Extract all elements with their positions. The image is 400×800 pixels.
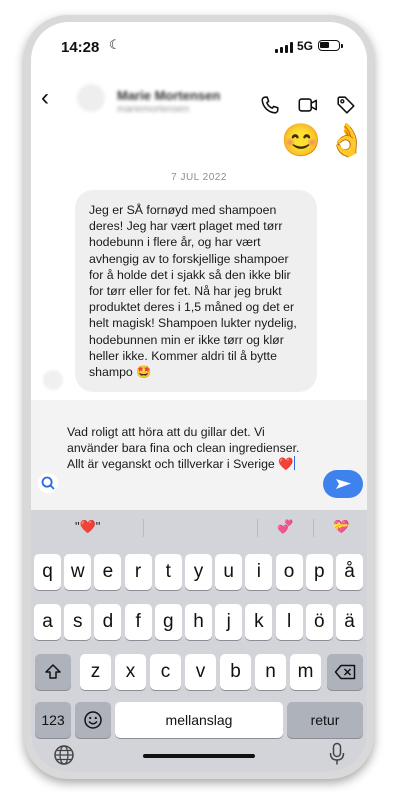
key-d[interactable]: d bbox=[94, 604, 122, 640]
key-k[interactable]: k bbox=[245, 604, 273, 640]
sent-emoji-1: 😊 bbox=[281, 122, 321, 158]
key-i[interactable]: i bbox=[245, 554, 273, 590]
screen: 14:28 ☾ 5G ‹ Marie Mortensen mariemorten… bbox=[31, 22, 367, 772]
moon-icon: ☾ bbox=[109, 37, 121, 52]
phone-frame: 14:28 ☾ 5G ‹ Marie Mortensen mariemorten… bbox=[24, 15, 374, 779]
suggestion-bar: "❤️" 💞 💝 bbox=[31, 510, 367, 544]
key-ä[interactable]: ä bbox=[336, 604, 363, 640]
numbers-key[interactable]: 123 bbox=[35, 702, 71, 738]
suggestion-2[interactable]: 💞 bbox=[277, 519, 293, 535]
text-caret bbox=[293, 456, 295, 470]
key-u[interactable]: u bbox=[215, 554, 243, 590]
key-ö[interactable]: ö bbox=[305, 604, 333, 640]
suggestion-1[interactable]: "❤️" bbox=[75, 519, 100, 535]
key-l[interactable]: l bbox=[275, 604, 303, 640]
message-input[interactable]: Vad roligt att höra att du gillar det. V… bbox=[67, 424, 317, 472]
key-a[interactable]: a bbox=[34, 604, 61, 640]
key-b[interactable]: b bbox=[220, 654, 251, 690]
key-r[interactable]: r bbox=[124, 554, 152, 590]
key-h[interactable]: h bbox=[185, 604, 212, 640]
received-message-bubble[interactable]: Jeg er SÅ fornøyd med shampoen deres! Je… bbox=[75, 190, 317, 393]
key-p[interactable]: p bbox=[305, 554, 333, 590]
key-m[interactable]: m bbox=[290, 654, 321, 690]
key-å[interactable]: å bbox=[336, 554, 363, 590]
send-icon bbox=[336, 479, 351, 489]
status-time: 14:28 bbox=[61, 39, 100, 56]
search-icon[interactable] bbox=[37, 472, 59, 494]
emoji-key[interactable] bbox=[75, 702, 111, 738]
space-key[interactable]: mellanslag bbox=[115, 702, 283, 738]
key-q[interactable]: q bbox=[34, 554, 61, 590]
key-n[interactable]: n bbox=[255, 654, 286, 690]
signal-icon bbox=[275, 42, 293, 53]
key-x[interactable]: x bbox=[115, 654, 146, 690]
sender-avatar bbox=[43, 370, 63, 390]
shift-key[interactable] bbox=[35, 654, 71, 690]
battery-icon bbox=[318, 40, 343, 51]
key-j[interactable]: j bbox=[215, 604, 243, 640]
phone-icon[interactable] bbox=[259, 94, 281, 116]
globe-icon[interactable] bbox=[53, 744, 75, 766]
backspace-key[interactable] bbox=[327, 654, 363, 690]
divider bbox=[257, 519, 258, 537]
key-c[interactable]: c bbox=[150, 654, 181, 690]
key-w[interactable]: w bbox=[64, 554, 92, 590]
key-f[interactable]: f bbox=[124, 604, 152, 640]
home-indicator bbox=[143, 754, 255, 758]
send-button[interactable] bbox=[323, 470, 363, 498]
key-y[interactable]: y bbox=[185, 554, 212, 590]
video-icon[interactable] bbox=[297, 94, 319, 116]
key-v[interactable]: v bbox=[185, 654, 216, 690]
key-t[interactable]: t bbox=[154, 554, 182, 590]
conversation-header: ‹ Marie Mortensen mariemortensen bbox=[31, 70, 367, 126]
message-composer[interactable]: Vad roligt att höra att du gillar det. V… bbox=[31, 400, 367, 510]
tag-icon[interactable] bbox=[335, 94, 357, 116]
microphone-icon[interactable] bbox=[329, 742, 345, 766]
emoji-icon bbox=[84, 711, 102, 729]
sent-emoji-2: 👌 bbox=[327, 122, 367, 158]
contact-avatar[interactable] bbox=[77, 84, 105, 112]
key-z[interactable]: z bbox=[80, 654, 111, 690]
key-e[interactable]: e bbox=[94, 554, 122, 590]
contact-username: mariemortensen bbox=[117, 104, 190, 115]
return-key[interactable]: retur bbox=[287, 702, 363, 738]
network-label: 5G bbox=[297, 39, 314, 53]
message-draft: Vad roligt att höra att du gillar det. V… bbox=[67, 425, 300, 471]
backspace-icon bbox=[334, 664, 356, 680]
status-bar: 14:28 ☾ 5G bbox=[31, 22, 367, 66]
divider bbox=[143, 519, 144, 537]
key-o[interactable]: o bbox=[275, 554, 303, 590]
back-chevron-icon[interactable]: ‹ bbox=[41, 86, 49, 110]
suggestion-3[interactable]: 💝 bbox=[333, 519, 349, 535]
keyboard: "❤️" 💞 💝 qwertyuiopå asdfghjklöä zxcvbnm bbox=[31, 510, 367, 772]
key-g[interactable]: g bbox=[154, 604, 182, 640]
divider bbox=[313, 519, 314, 537]
key-s[interactable]: s bbox=[64, 604, 92, 640]
date-divider: 7 JUL 2022 bbox=[171, 172, 227, 183]
contact-name[interactable]: Marie Mortensen bbox=[117, 88, 220, 103]
shift-icon bbox=[45, 664, 61, 679]
